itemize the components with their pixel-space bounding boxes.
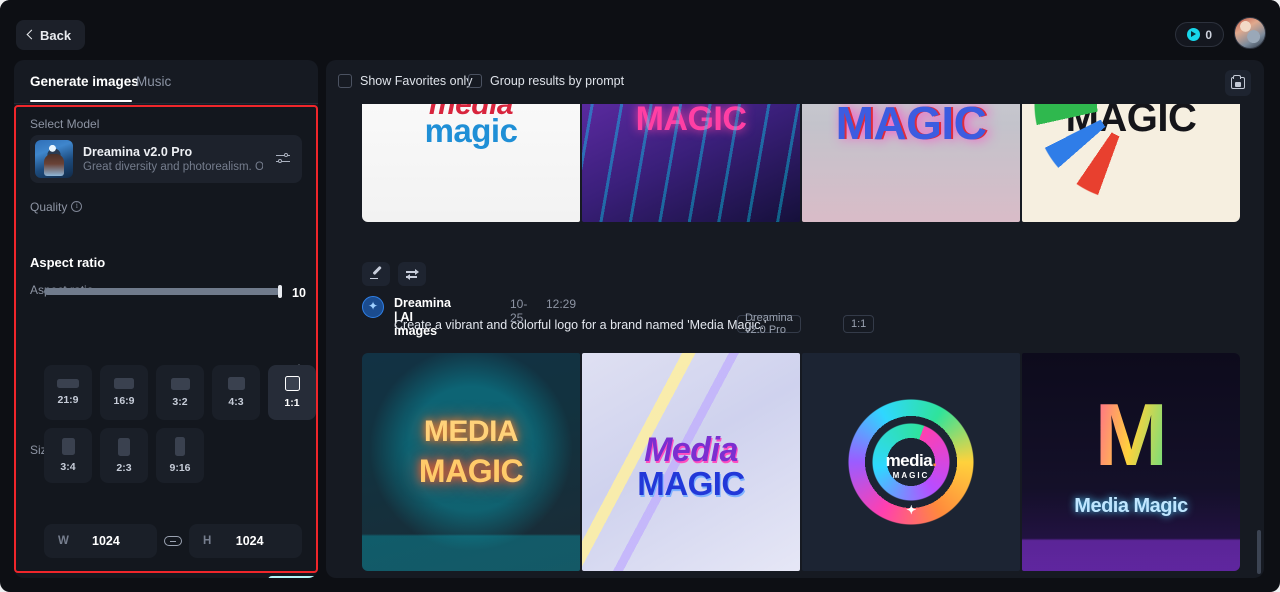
result-image[interactable]: MAGIC (1022, 104, 1240, 222)
active-tab-underline (30, 100, 132, 102)
aspect-ratio-option-1-1[interactable]: 1:1 (268, 365, 316, 420)
height-key: H (203, 535, 212, 547)
result-actions-top (362, 262, 426, 286)
aspect-ratio-label: 9:16 (169, 462, 191, 474)
model-thumbnail (35, 140, 73, 178)
quality-slider-fill (44, 288, 280, 295)
back-button-label: Back (40, 27, 72, 43)
size-row: W 1024 H 1024 (44, 524, 302, 558)
aspect-ratio-option-4-3[interactable]: 4:3 (212, 365, 260, 420)
generate-settings-body: Select Model Dreamina v2.0 Pro Great div… (14, 105, 318, 578)
try-free-badge: Try free (268, 576, 318, 578)
results-header: Show Favorites only Group results by pro… (326, 60, 1264, 104)
aspect-ratio-label: 4:3 (228, 396, 244, 408)
aspect-ratio-glyph (114, 378, 134, 389)
checkbox-box-favorites[interactable] (338, 74, 352, 88)
aspect-ratio-label: 21:9 (57, 394, 79, 406)
height-value: 1024 (235, 534, 264, 548)
credits-badge[interactable]: 0 (1175, 22, 1224, 47)
quality-value: 10 (292, 286, 306, 300)
edit-button[interactable] (362, 262, 390, 286)
aspect-ratio-option-9-16[interactable]: 9:16 (156, 428, 204, 483)
tab-music[interactable]: Music (136, 74, 171, 89)
checkbox-box-group[interactable] (468, 74, 482, 88)
model-description: Great diversity and photorealism. Of... (83, 160, 263, 173)
archive-folder-button[interactable] (1225, 70, 1251, 96)
aspect-ratio-grid: 21:9 16:9 3:2 4:3 1:1 3:4 2:3 9:16 (44, 365, 316, 483)
result-model-chip: Dreamina v2.0 Pro (737, 312, 801, 336)
top-bar: Back 0 (0, 0, 1280, 58)
results-scrollbar[interactable] (1257, 530, 1261, 574)
aspect-ratio-option-3-2[interactable]: 3:2 (156, 365, 204, 420)
aspect-ratio-option-3-4[interactable]: 3:4 (44, 428, 92, 483)
result-image[interactable]: Media MAGIC (582, 353, 800, 571)
model-selector-card[interactable]: Dreamina v2.0 Pro Great diversity and ph… (30, 135, 302, 183)
result-row-images-top: media magic MAGIC MAGIC (362, 104, 1240, 222)
aspect-ratio-label: 16:9 (113, 395, 135, 407)
left-control-panel: Generate images Music Select Model Dream… (14, 60, 318, 578)
height-input[interactable]: H 1024 (189, 524, 302, 558)
back-button[interactable]: Back (16, 20, 86, 50)
aspect-ratio-glyph (227, 377, 245, 390)
width-input[interactable]: W 1024 (44, 524, 157, 558)
result-time: 12:29 (546, 297, 577, 311)
aspect-ratio-option-21-9[interactable]: 21:9 (44, 365, 92, 420)
tab-generate-images[interactable]: Generate images (30, 74, 139, 89)
model-settings-icon[interactable] (276, 152, 290, 165)
checkbox-group-by-prompt[interactable]: Group results by prompt (468, 74, 624, 88)
aspect-ratio-glyph (61, 438, 75, 455)
result-prompt: Create a vibrant and colorful logo for a… (394, 318, 767, 332)
quality-slider-track[interactable] (44, 285, 282, 298)
swap-arrows-icon (406, 268, 419, 280)
result-image[interactable]: media magic (362, 104, 580, 222)
width-value: 1024 (92, 534, 120, 548)
checkbox-label-group: Group results by prompt (490, 74, 625, 88)
result-image[interactable]: M Media Magic (1022, 353, 1240, 571)
result-image[interactable]: MAGIC (802, 104, 1020, 222)
checkbox-show-favorites[interactable]: Show Favorites only (338, 74, 473, 88)
panel-tabs: Generate images Music (14, 60, 318, 104)
result-image[interactable]: MEDIA MAGIC (362, 353, 580, 571)
model-text: Dreamina v2.0 Pro Great diversity and ph… (83, 144, 263, 175)
quality-label-text: Quality (30, 200, 68, 214)
chevron-left-icon (26, 29, 34, 41)
aspect-ratio-label: 3:4 (60, 461, 76, 473)
result-image[interactable]: media. MAGIC ✦ (802, 353, 1020, 571)
checkbox-label-favorites: Show Favorites only (360, 74, 473, 88)
quality-label: Quality (30, 200, 83, 214)
result-ratio-chip: 1:1 (843, 315, 875, 333)
aspect-ratio-header: Aspect ratio (30, 255, 106, 270)
link-aspect-icon[interactable] (157, 524, 189, 558)
aspect-ratio-glyph (57, 379, 79, 388)
width-key: W (58, 535, 69, 547)
aspect-ratio-label: 3:2 (172, 395, 188, 408)
aspect-ratio-glyph (118, 437, 130, 456)
model-name: Dreamina v2.0 Pro (83, 144, 193, 159)
aspect-ratio-label: 1:1 (284, 397, 300, 409)
aspect-ratio-option-2-3[interactable]: 2:3 (100, 428, 148, 483)
results-panel: Show Favorites only Group results by pro… (326, 60, 1264, 578)
credit-coin-icon (1187, 28, 1201, 41)
user-avatar[interactable] (1234, 17, 1266, 49)
info-icon-quality[interactable] (71, 201, 83, 212)
pencil-icon (370, 268, 382, 280)
quality-slider-knob[interactable] (277, 285, 282, 298)
aspect-ratio-glyph (170, 377, 190, 390)
result-image[interactable]: MAGIC (582, 104, 800, 222)
credits-count: 0 (1205, 27, 1212, 42)
select-model-label: Select Model (30, 117, 100, 131)
aspect-ratio-label: 2:3 (116, 461, 132, 474)
dreamina-app-window: Back 0 Generate images Music Select Mode… (0, 0, 1280, 592)
results-feed: media magic MAGIC MAGIC (326, 104, 1264, 578)
dreamina-badge-icon (362, 295, 384, 318)
aspect-ratio-option-16-9[interactable]: 16:9 (100, 365, 148, 420)
result-row-images-bottom: MEDIA MAGIC Media MAGIC (362, 353, 1240, 571)
regenerate-button[interactable] (398, 262, 426, 286)
aspect-ratio-glyph (284, 376, 300, 391)
folder-icon (1231, 74, 1245, 89)
aspect-ratio-glyph (175, 437, 185, 456)
